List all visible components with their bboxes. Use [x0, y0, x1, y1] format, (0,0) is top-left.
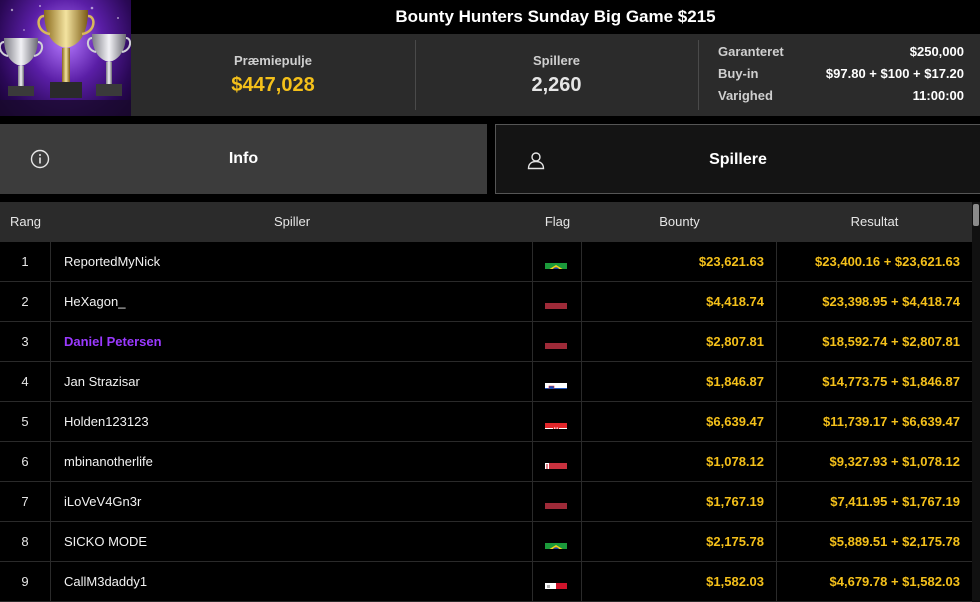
- tournament-stats: Præmiepulje $447,028 Spillere 2,260 Gara…: [131, 34, 980, 116]
- scrollbar[interactable]: [972, 202, 980, 602]
- tab-players[interactable]: Spillere: [495, 124, 980, 194]
- player-name[interactable]: CallM3daddy1: [51, 562, 533, 602]
- result-cell: $23,398.95 + $4,418.74: [822, 294, 960, 309]
- player-name[interactable]: mbinanotherlife: [51, 442, 533, 482]
- tournament-header: Bounty Hunters Sunday Big Game $215 Præm…: [0, 0, 980, 116]
- bounty-cell: $1,582.03: [582, 562, 777, 602]
- table-row[interactable]: 8 SICKO MODE $2,175.78 $5,889.51 + $2,175.7…: [0, 522, 972, 562]
- result-cell: $14,773.75 + $1,846.87: [822, 374, 960, 389]
- table-row[interactable]: 4 Jan Strazisar $1,846.87 $14,773.75 + $1,8…: [0, 362, 972, 402]
- bounty-cell: $1,767.19: [582, 482, 777, 522]
- latvia-flag: [545, 334, 567, 349]
- result-cell: $5,889.51 + $2,175.78: [829, 534, 960, 549]
- bounty-cell: $6,639.47: [582, 402, 777, 442]
- flag-cell: [533, 322, 582, 362]
- rank-cell: 8: [0, 522, 51, 562]
- rank-cell: 2: [0, 282, 51, 322]
- buyin-value: $97.80 + $100 + $17.20: [825, 66, 964, 81]
- table-row[interactable]: 5 Holden123123 $6,639.47 $11,739.17 + $6,63…: [0, 402, 972, 442]
- belarus-flag: [545, 454, 567, 469]
- brazil-flag: [545, 534, 567, 549]
- buyin-label: Buy-in: [718, 66, 759, 81]
- table-row[interactable]: 1 ReportedMyNick $23,621.63 $23,400.16 + $2…: [0, 242, 972, 282]
- rank-cell: 9: [0, 562, 51, 602]
- column-bounty[interactable]: Bounty: [582, 202, 777, 242]
- player-count: Spillere 2,260: [415, 34, 698, 116]
- latvia-flag: [545, 494, 567, 509]
- result-cell: $23,400.16 + $23,621.63: [815, 254, 960, 269]
- table-row[interactable]: 2 HeXagon_ $4,418.74 $23,398.95 + $4,418.74: [0, 282, 972, 322]
- column-player[interactable]: Spiller: [51, 202, 533, 242]
- column-rank[interactable]: Rang: [0, 202, 51, 242]
- flag-cell: [533, 402, 582, 442]
- flag-cell: [533, 362, 582, 402]
- column-flag[interactable]: Flag: [533, 202, 582, 242]
- buyin-row: Buy-in $97.80 + $100 + $17.20: [718, 66, 964, 86]
- result-cell: $18,592.74 + $2,807.81: [822, 334, 960, 349]
- bounty-cell: $23,621.63: [582, 242, 777, 282]
- flag-cell: [533, 482, 582, 522]
- tournament-title: Bounty Hunters Sunday Big Game $215: [395, 7, 716, 26]
- rank-cell: 6: [0, 442, 51, 482]
- table-row[interactable]: 3 Daniel Petersen $2,807.81 $18,592.74 + $2…: [0, 322, 972, 362]
- rank-cell: 1: [0, 242, 51, 282]
- bounty-cell: $2,807.81: [582, 322, 777, 362]
- duration-row: Varighed 11:00:00: [718, 88, 964, 108]
- rank-cell: 7: [0, 482, 51, 522]
- rank-cell: 5: [0, 402, 51, 442]
- flag-cell: [533, 282, 582, 322]
- rank-cell: 3: [0, 322, 51, 362]
- flag-cell: [533, 522, 582, 562]
- table-row[interactable]: 9 CallM3daddy1 $1,582.03 $4,679.78 + $1,582…: [0, 562, 972, 602]
- column-result[interactable]: Resultat: [777, 202, 972, 242]
- croatia-flag: [545, 414, 567, 429]
- player-count-label: Spillere: [533, 53, 580, 68]
- rank-cell: 4: [0, 362, 51, 402]
- tournament-details: Garanteret $250,000 Buy-in $97.80 + $100…: [698, 34, 980, 116]
- tab-info[interactable]: Info: [0, 124, 487, 194]
- guarantee-value: $250,000: [909, 44, 964, 59]
- player-name[interactable]: iLoVeV4Gn3r: [51, 482, 533, 522]
- player-name[interactable]: Jan Strazisar: [51, 362, 533, 402]
- bounty-cell: $4,418.74: [582, 282, 777, 322]
- player-count-value: 2,260: [531, 74, 582, 96]
- result-cell: $7,411.95 + $1,767.19: [830, 494, 960, 509]
- slovenia-flag: [545, 374, 567, 389]
- duration-label: Varighed: [718, 88, 773, 103]
- prize-pool-label: Præmiepulje: [233, 53, 313, 68]
- table-row[interactable]: 7 iLoVeV4Gn3r $1,767.19 $7,411.95 + $1,767.…: [0, 482, 972, 522]
- flag-cell: [533, 562, 582, 602]
- table-header: Rang Spiller Flag Bounty Resultat: [0, 202, 972, 242]
- duration-value: 11:00:00: [912, 88, 964, 103]
- malta-flag: [545, 574, 567, 589]
- player-name[interactable]: ReportedMyNick: [51, 242, 533, 282]
- flag-cell: [533, 442, 582, 482]
- prize-pool-value: $447,028: [231, 74, 315, 96]
- player-name[interactable]: HeXagon_: [51, 282, 533, 322]
- player-name[interactable]: Holden123123: [51, 402, 533, 442]
- player-name[interactable]: Daniel Petersen: [51, 322, 533, 362]
- result-cell: $9,327.93 + $1,078.12: [829, 454, 960, 469]
- bounty-cell: $1,078.12: [582, 442, 777, 482]
- bounty-cell: $1,846.87: [582, 362, 777, 402]
- scrollbar-thumb[interactable]: [973, 204, 979, 226]
- guarantee-label: Garanteret: [718, 44, 784, 59]
- flag-cell: [533, 242, 582, 282]
- result-cell: $11,739.17 + $6,639.47: [823, 414, 960, 429]
- guarantee-row: Garanteret $250,000: [718, 44, 964, 64]
- player-name[interactable]: SICKO MODE: [51, 522, 533, 562]
- trophy-image: [0, 0, 131, 116]
- prize-pool: Præmiepulje $447,028: [131, 34, 415, 116]
- tab-info-label: Info: [228, 150, 259, 167]
- brazil-flag: [545, 254, 567, 269]
- table-row[interactable]: 6 mbinanotherlife $1,078.12 $9,327.93 + $1,…: [0, 442, 972, 482]
- latvia-flag: [545, 294, 567, 309]
- tab-players-label: Spillere: [709, 151, 767, 168]
- bounty-cell: $2,175.78: [582, 522, 777, 562]
- result-cell: $4,679.78 + $1,582.03: [829, 574, 960, 589]
